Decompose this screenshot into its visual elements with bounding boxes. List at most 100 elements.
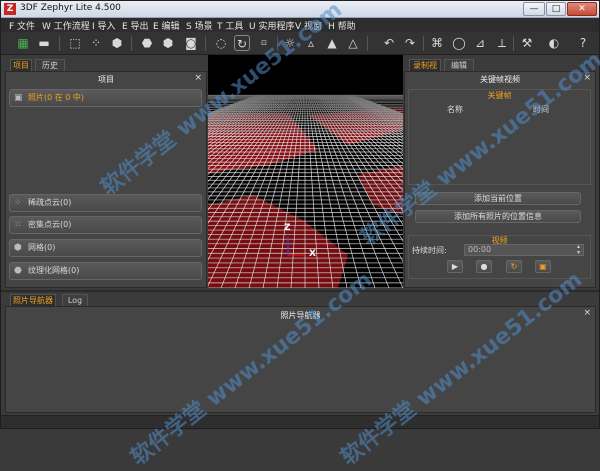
points-icon[interactable]: ⁘ (88, 35, 104, 51)
spinner-arrows-icon[interactable]: ▴ ▾ (577, 244, 580, 256)
sparse-cloud-icon: ⁘ (14, 198, 22, 208)
column-time: 时间 (533, 105, 549, 114)
close-icon[interactable]: × (583, 73, 591, 83)
close-icon[interactable]: × (583, 308, 591, 318)
save-video-button[interactable]: ▣ (535, 260, 551, 273)
tab-record-video[interactable]: 录制视频 (409, 59, 441, 81)
stop-button[interactable]: ● (476, 260, 492, 273)
column-name: 名称 (447, 105, 463, 114)
mesh-icon: ⬢ (14, 243, 22, 253)
project-item-mesh[interactable]: ⬢ 网格(0) (9, 239, 202, 257)
menu-help[interactable]: H 帮助 (328, 19, 356, 32)
rotate-icon[interactable]: ↻ (234, 35, 250, 51)
menu-edit[interactable]: E 编辑 (153, 19, 180, 32)
window-title: 3DF Zephyr Lite 4.500 (20, 3, 121, 13)
toolbar-separator (513, 36, 514, 51)
app-window: Z 3DF Zephyr Lite 4.500 — □ ✕ F 文件 W 工作流… (0, 0, 600, 471)
play-icon: ▶ (451, 262, 459, 271)
menu-import[interactable]: I 导入 (92, 19, 116, 32)
camera-icon[interactable]: ◙ (183, 35, 199, 51)
menu-bar: F 文件 W 工作流程 I 导入 E 导出 E 编辑 S 场景 T 工具 U 实… (1, 18, 599, 32)
menu-export[interactable]: E 导出 (122, 19, 149, 32)
menu-view[interactable]: V 视窗 (295, 19, 322, 32)
project-item-label: 纹理化网格(0) (28, 266, 80, 275)
toolbar: ▦ ▬ ⬚ ⁘ ⬢ ⬣ ⬢ ◙ ◌ ↻ ⊡ ☼ ▵ ▲ △ ↶ ↷ ⌘ ◯ ⊿ … (1, 32, 599, 55)
loop-icon: ↻ (510, 262, 518, 271)
lasso-icon[interactable]: ⌘ (429, 35, 445, 51)
close-button[interactable]: ✕ (567, 2, 597, 16)
toolbar-separator (131, 36, 132, 51)
dense-cloud-icon: ⁙ (14, 220, 22, 230)
project-item-textured-mesh[interactable]: ⬣ 纹理化网格(0) (9, 262, 202, 280)
cube-icon[interactable]: ⬢ (109, 35, 125, 51)
tab-log[interactable]: Log (62, 294, 88, 306)
circle-select-icon[interactable]: ◯ (451, 35, 467, 51)
photo-navigator-title: 照片导航器 (280, 311, 321, 320)
ruler-icon[interactable]: ⟂ (494, 35, 510, 51)
maximize-button[interactable]: □ (546, 2, 566, 16)
app-logo-icon: Z (4, 3, 16, 15)
toolbar-separator (59, 36, 60, 51)
splitter[interactable] (1, 290, 599, 292)
project-item-photos[interactable]: ▣ 照片(0 在 0 中) (9, 89, 202, 107)
point-size-small-icon[interactable]: ▵ (303, 35, 319, 51)
tab-photo-navigator[interactable]: 照片导航器 (10, 294, 56, 306)
mask-icon[interactable]: ◐ (546, 35, 562, 51)
tab-edit[interactable]: 编辑 (444, 59, 474, 71)
photo-navigator-panel: 照片导航器 × (5, 306, 596, 413)
menu-scene[interactable]: S 场景 (186, 19, 213, 32)
project-item-sparse[interactable]: ⁘ 稀疏点云(0) (9, 194, 202, 212)
new-project-icon[interactable]: ▦ (15, 35, 31, 51)
help-icon[interactable]: ? (575, 35, 591, 51)
project-panel-title: 项目 (98, 75, 114, 84)
save-icon[interactable]: ▬ (36, 35, 52, 51)
point-size-large-icon[interactable]: ▲ (324, 35, 340, 51)
axis-x-label: X (309, 249, 316, 259)
keyframe-panel-title: 关键帧视频 (480, 75, 520, 84)
duration-input[interactable]: 00:00 (464, 244, 584, 256)
menu-file[interactable]: F 文件 (9, 19, 35, 32)
photo-icon: ▣ (14, 93, 23, 103)
film-icon: ▣ (539, 262, 547, 271)
fit-view-icon[interactable]: ⊡ (256, 35, 272, 51)
project-item-label: 稀疏点云(0) (28, 198, 72, 207)
toolbar-separator (277, 36, 278, 51)
loop-button[interactable]: ↻ (506, 260, 522, 273)
close-icon[interactable]: × (194, 73, 202, 83)
triangle-icon[interactable]: △ (345, 35, 361, 51)
perspective-grid (208, 55, 403, 288)
axis-z-label: Z (284, 223, 291, 233)
tab-history[interactable]: 历史 (35, 59, 65, 71)
mesh-icon[interactable]: ⬣ (139, 35, 155, 51)
textured-mesh-icon[interactable]: ⬢ (160, 35, 176, 51)
keyframe-group-label: 关键帧 (487, 91, 512, 100)
add-all-photo-positions-button[interactable]: 添加所有照片的位置信息 (415, 210, 581, 223)
project-item-label: 网格(0) (28, 243, 56, 252)
measure-icon[interactable]: ⊿ (472, 35, 488, 51)
record-icon: ● (480, 262, 488, 271)
project-item-dense[interactable]: ⁙ 密集点云(0) (9, 216, 202, 234)
toolbar-separator (367, 36, 368, 51)
keyframe-group (408, 89, 591, 185)
title-bar: Z 3DF Zephyr Lite 4.500 — □ ✕ (1, 1, 599, 18)
minimize-button[interactable]: — (523, 2, 545, 16)
select-rect-icon[interactable]: ⬚ (67, 35, 83, 51)
redo-icon[interactable]: ↷ (402, 35, 418, 51)
light-bulb-icon[interactable]: ☼ (282, 35, 298, 51)
project-item-label: 照片(0 在 0 中) (28, 93, 85, 102)
toolbar-separator (423, 36, 424, 51)
status-bar (1, 415, 599, 428)
textured-mesh-icon: ⬣ (14, 266, 22, 276)
tab-project[interactable]: 项目 (10, 59, 32, 71)
toolbar-separator (205, 36, 206, 51)
undo-icon[interactable]: ↶ (381, 35, 397, 51)
tool-icon[interactable]: ⚒ (519, 35, 535, 51)
add-current-position-button[interactable]: 添加当前位置 (415, 192, 581, 205)
3d-viewport[interactable]: Z X (208, 55, 403, 288)
menu-tools[interactable]: T 工具 (217, 19, 243, 32)
menu-utilities[interactable]: U 实用程序 (249, 19, 294, 32)
menu-workflow[interactable]: W 工作流程 (42, 19, 90, 32)
play-button[interactable]: ▶ (447, 260, 463, 273)
project-item-label: 密集点云(0) (28, 220, 72, 229)
orbit-icon[interactable]: ◌ (213, 35, 229, 51)
